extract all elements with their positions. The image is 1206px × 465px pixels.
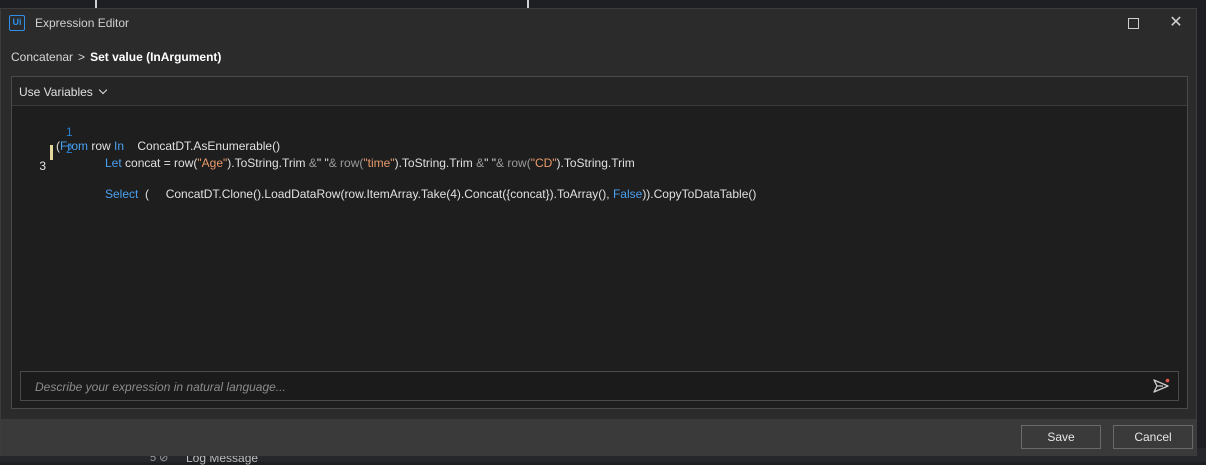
natural-language-input[interactable]	[21, 372, 1157, 402]
background-divider-1	[95, 0, 97, 8]
breadcrumb-separator: >	[78, 50, 86, 64]
breadcrumb-parent[interactable]: Concatenar	[11, 50, 73, 64]
current-line-marker	[50, 145, 53, 160]
expression-editor-dialog: Ui Expression Editor ✕ Concatenar > Set va…	[0, 8, 1197, 456]
maximize-button[interactable]	[1122, 13, 1144, 33]
code-editor[interactable]: 1 (From row In ConcatDT.AsEnumerable() 2…	[12, 109, 1187, 359]
uipath-logo-icon: Ui	[9, 15, 25, 31]
line-number: 3	[39, 159, 46, 173]
maximize-icon	[1127, 17, 1139, 29]
expression-editor-panel: Use Variables 1 (From row In ConcatDT.As…	[11, 76, 1188, 409]
code-line-1: 1 (From row In ConcatDT.AsEnumerable()	[12, 111, 1187, 153]
title-bar: Ui Expression Editor ✕	[1, 9, 1196, 37]
close-button[interactable]: ✕	[1165, 13, 1187, 33]
background-divider-2	[527, 0, 529, 8]
code-line-text: Select ( ConcatDT.Clone().LoadDataRow(ro…	[105, 187, 757, 201]
breadcrumb-current: Set value (InArgument)	[90, 50, 222, 64]
window-title: Expression Editor	[35, 16, 130, 30]
natural-language-box	[20, 371, 1179, 402]
dialog-footer: Save Cancel	[1, 419, 1196, 456]
code-line-3: 3 Select ( ConcatDT.Clone().LoadDataRow(…	[12, 145, 1187, 201]
breadcrumb: Concatenar > Set value (InArgument)	[11, 50, 221, 64]
use-variables-dropdown[interactable]: Use Variables	[19, 85, 108, 99]
save-button[interactable]: Save	[1021, 425, 1101, 449]
chevron-down-icon	[98, 85, 108, 95]
editor-toolbar: Use Variables	[12, 77, 1187, 106]
close-icon: ✕	[1169, 14, 1183, 31]
use-variables-label: Use Variables	[19, 85, 93, 99]
cancel-button[interactable]: Cancel	[1113, 425, 1193, 449]
send-icon[interactable]	[1152, 378, 1170, 394]
code-line-2: 2 Let concat = row("Age").ToString.Trim …	[12, 128, 1187, 170]
